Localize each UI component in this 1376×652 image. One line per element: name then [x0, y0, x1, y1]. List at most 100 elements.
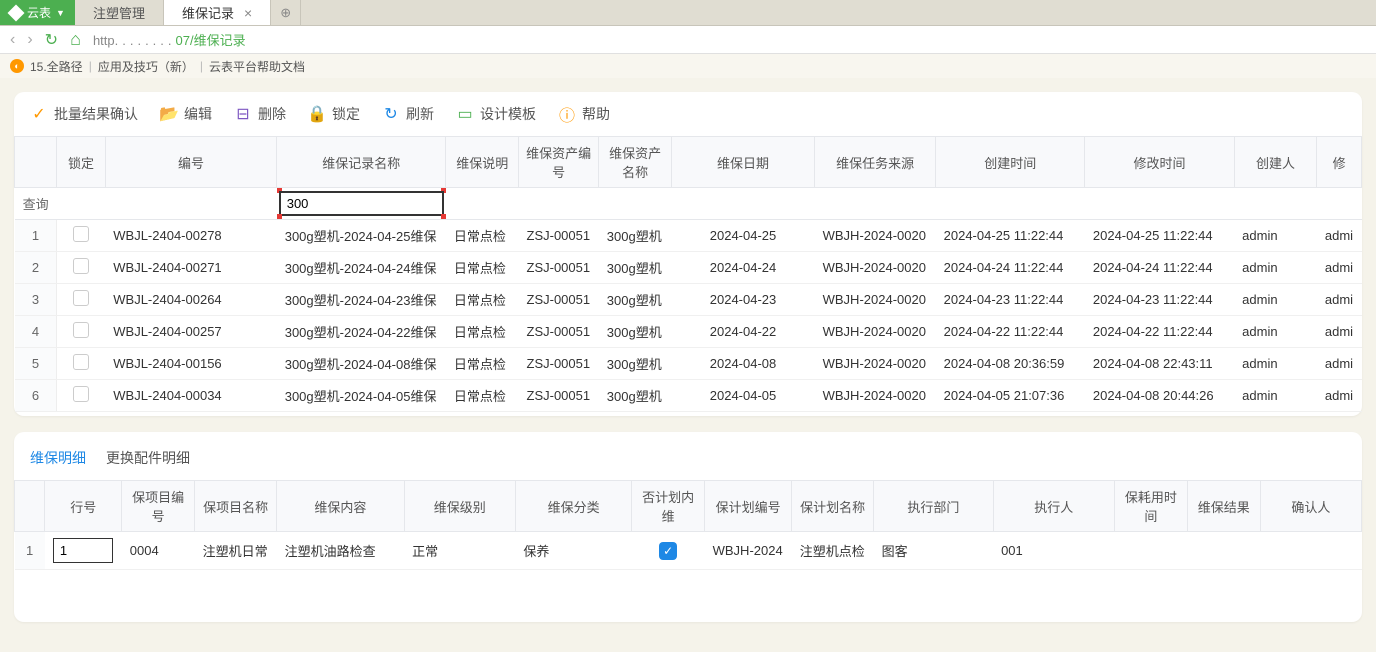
lock-checkbox[interactable]: [73, 322, 89, 338]
cell-name: 300g塑机-2024-04-05维保: [277, 380, 446, 412]
app-brand-tab[interactable]: 云表 ▼: [0, 0, 75, 25]
col-content[interactable]: 维保内容: [277, 481, 405, 532]
row-index: 2: [15, 252, 57, 284]
cell-source: WBJH-2024-0020: [815, 252, 936, 284]
lock-icon: 🔒: [308, 105, 326, 123]
row-index: 3: [15, 284, 57, 316]
row-index: 1: [15, 532, 45, 570]
col-rownum[interactable]: 行号: [45, 481, 122, 532]
forward-icon[interactable]: ›: [27, 31, 32, 49]
lock-checkbox[interactable]: [73, 290, 89, 306]
home-icon[interactable]: ⌂: [70, 29, 81, 50]
cell-category: 保养: [515, 532, 631, 570]
col-modify-time[interactable]: 修改时间: [1085, 137, 1234, 188]
col-name[interactable]: 维保记录名称: [277, 137, 446, 188]
batch-confirm-button[interactable]: ✓ 批量结果确认: [30, 104, 138, 124]
cell-date: 2024-04-25: [671, 220, 814, 252]
rownum-input[interactable]: [53, 538, 113, 563]
refresh-button[interactable]: ↻ 刷新: [382, 104, 434, 124]
col-code[interactable]: 编号: [105, 137, 276, 188]
lock-checkbox[interactable]: [73, 386, 89, 402]
close-icon[interactable]: ×: [244, 5, 252, 21]
breadcrumb: ◐ 15.全路径 | 应用及技巧（新） | 云表平台帮助文档: [0, 54, 1376, 78]
cell-source: WBJH-2024-0020: [815, 380, 936, 412]
col-desc[interactable]: 维保说明: [446, 137, 519, 188]
col-item-name[interactable]: 保项目名称: [195, 481, 277, 532]
help-button[interactable]: ⓘ 帮助: [558, 104, 610, 124]
cell-modify-time: 2024-04-25 11:22:44: [1085, 220, 1234, 252]
tab-add[interactable]: ⊕: [271, 0, 301, 25]
filter-row: 查询: [15, 188, 1362, 220]
tab-label: 维保记录: [182, 3, 234, 22]
col-planned[interactable]: 否计划内维: [632, 481, 705, 532]
col-item-code[interactable]: 保项目编号: [122, 481, 195, 532]
delete-button[interactable]: ⊟ 删除: [234, 104, 286, 124]
col-confirm[interactable]: 确认人: [1260, 481, 1361, 532]
col-lock[interactable]: 锁定: [57, 137, 105, 188]
col-plan-code[interactable]: 保计划编号: [705, 481, 792, 532]
cell-modify-time: 2024-04-24 11:22:44: [1085, 252, 1234, 284]
table-row[interactable]: 5WBJL-2404-00156300g塑机-2024-04-08维保日常点检Z…: [15, 348, 1362, 380]
table-row[interactable]: 3WBJL-2404-00264300g塑机-2024-04-23维保日常点检Z…: [15, 284, 1362, 316]
cell-asset-name: 300g塑机: [599, 348, 672, 380]
cell-plan-name: 注塑机点检: [792, 532, 874, 570]
back-icon[interactable]: ‹: [10, 31, 15, 49]
tab-replaced-parts[interactable]: 更换配件明细: [106, 448, 190, 468]
cell-item-code: 0004: [122, 532, 195, 570]
cell-asset-name: 300g塑机: [599, 316, 672, 348]
breadcrumb-item[interactable]: 15.全路径: [30, 58, 83, 75]
cell-desc: 日常点检: [446, 284, 519, 316]
cell-date: 2024-04-22: [671, 316, 814, 348]
cell-name: 300g塑机-2024-04-08维保: [277, 348, 446, 380]
col-dept[interactable]: 执行部门: [874, 481, 993, 532]
toolbar: ✓ 批量结果确认 📂 编辑 ⊟ 删除 🔒 锁定 ↻ 刷新 ▭ 设计模板: [14, 100, 1362, 136]
tab-maintenance-detail[interactable]: 维保明细: [30, 448, 86, 468]
table-row[interactable]: 2WBJL-2404-00271300g塑机-2024-04-24维保日常点检Z…: [15, 252, 1362, 284]
cell-date: 2024-04-08: [671, 348, 814, 380]
row-index: 1: [15, 220, 57, 252]
cell-modify-time: 2024-04-08 22:43:11: [1085, 348, 1234, 380]
col-time[interactable]: 保耗用时间: [1115, 481, 1188, 532]
lock-checkbox[interactable]: [73, 258, 89, 274]
refresh-icon[interactable]: ↻: [45, 30, 58, 50]
cell-code: WBJL-2404-00271: [105, 252, 276, 284]
label: 批量结果确认: [54, 104, 138, 124]
lock-checkbox[interactable]: [73, 354, 89, 370]
lock-button[interactable]: 🔒 锁定: [308, 104, 360, 124]
filter-label: 查询: [15, 188, 57, 220]
breadcrumb-item[interactable]: 应用及技巧（新）: [98, 58, 194, 75]
table-row[interactable]: 6WBJL-2404-00034300g塑机-2024-04-05维保日常点检Z…: [15, 380, 1362, 412]
col-asset-code[interactable]: 维保资产编号: [519, 137, 599, 188]
col-modifier[interactable]: 修: [1317, 137, 1362, 188]
col-date[interactable]: 维保日期: [671, 137, 814, 188]
filter-name-input[interactable]: [279, 191, 444, 216]
cell-modifier: admi: [1317, 380, 1362, 412]
col-result[interactable]: 维保结果: [1187, 481, 1260, 532]
table-row[interactable]: 1WBJL-2404-00278300g塑机-2024-04-25维保日常点检Z…: [15, 220, 1362, 252]
table-header-row: 锁定 编号 维保记录名称 维保说明 维保资产编号 维保资产名称 维保日期 维保任…: [15, 137, 1362, 188]
refresh-icon: ↻: [382, 105, 400, 123]
lock-checkbox[interactable]: [73, 226, 89, 242]
tab-maintenance-record[interactable]: 维保记录 ×: [164, 0, 271, 25]
planned-checkbox[interactable]: ✓: [659, 542, 677, 560]
col-creator[interactable]: 创建人: [1234, 137, 1317, 188]
col-asset-name[interactable]: 维保资产名称: [599, 137, 672, 188]
col-source[interactable]: 维保任务来源: [815, 137, 936, 188]
col-executor[interactable]: 执行人: [993, 481, 1114, 532]
template-button[interactable]: ▭ 设计模板: [456, 104, 536, 124]
col-category[interactable]: 维保分类: [515, 481, 631, 532]
detail-row[interactable]: 1 0004 注塑机日常 注塑机油路检查 正常 保养 ✓ WBJH-2024 注…: [15, 532, 1362, 570]
label: 刷新: [406, 104, 434, 124]
col-plan-name[interactable]: 保计划名称: [792, 481, 874, 532]
cell-name: 300g塑机-2024-04-24维保: [277, 252, 446, 284]
address-bar: ‹ › ↻ ⌂ http........07/维保记录: [0, 26, 1376, 54]
cell-asset-name: 300g塑机: [599, 252, 672, 284]
tab-injection-mgmt[interactable]: 注塑管理: [75, 0, 164, 25]
row-index: 6: [15, 380, 57, 412]
col-create-time[interactable]: 创建时间: [936, 137, 1085, 188]
col-level[interactable]: 维保级别: [404, 481, 515, 532]
table-row[interactable]: 4WBJL-2404-00257300g塑机-2024-04-22维保日常点检Z…: [15, 316, 1362, 348]
cell-code: WBJL-2404-00264: [105, 284, 276, 316]
edit-button[interactable]: 📂 编辑: [160, 104, 212, 124]
breadcrumb-item[interactable]: 云表平台帮助文档: [209, 58, 305, 75]
